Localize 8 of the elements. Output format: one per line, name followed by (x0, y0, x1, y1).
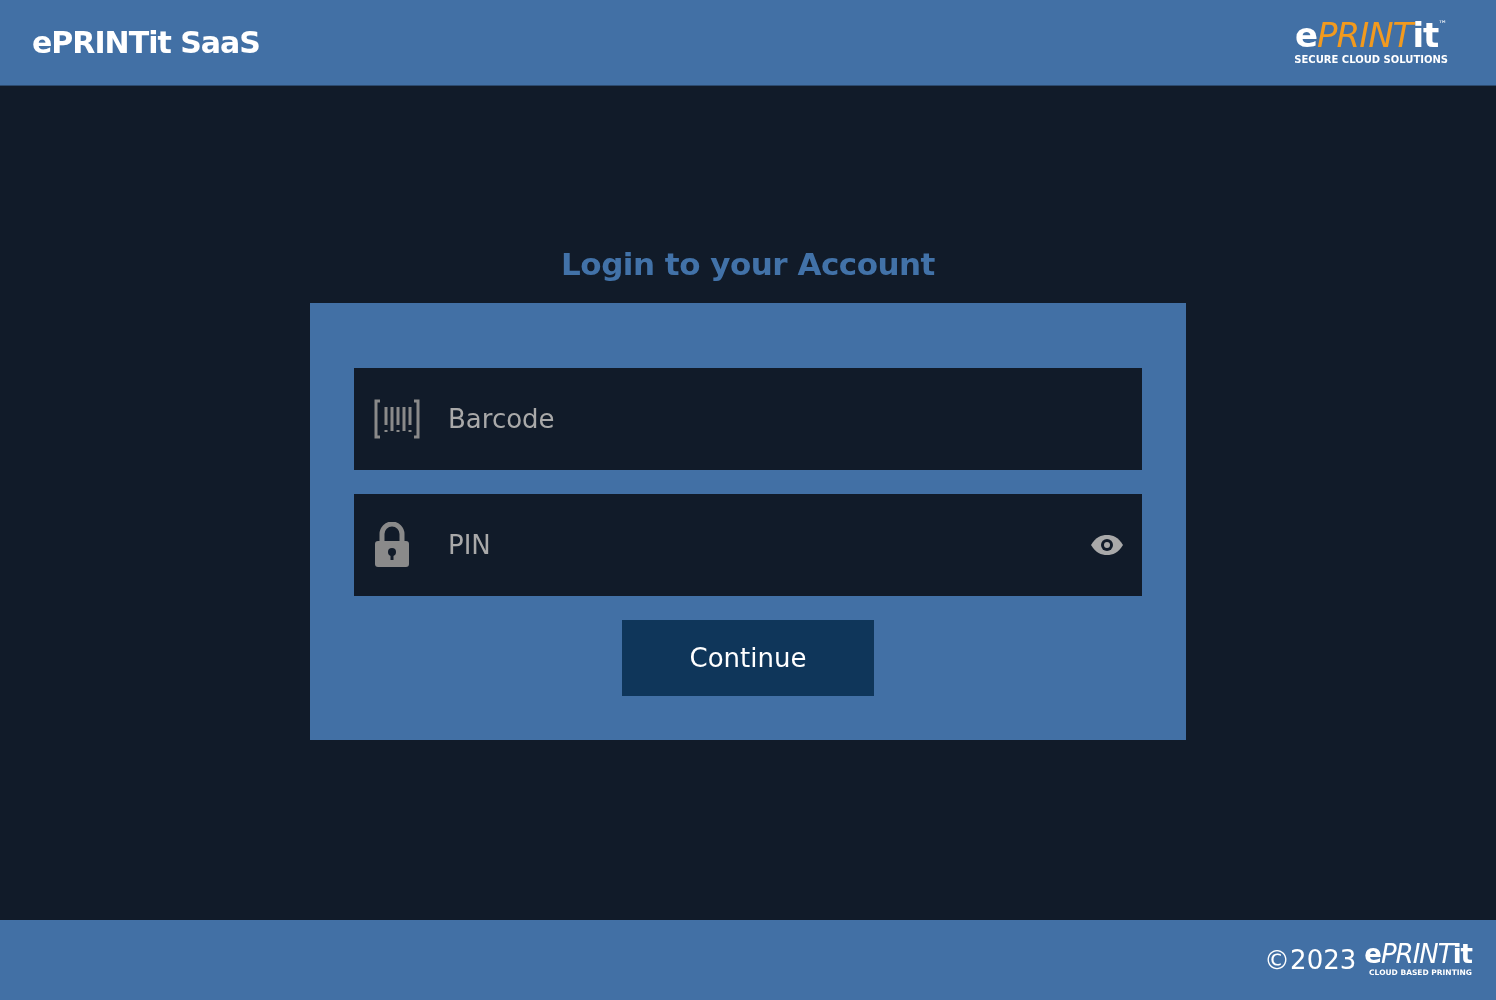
login-heading: Login to your Account (561, 246, 935, 284)
app-title: ePRINTit SaaS (32, 24, 260, 62)
continue-button[interactable]: Continue (622, 620, 874, 697)
company-logo: ePRINTit™ SECURE CLOUD SOLUTIONS (1294, 18, 1448, 67)
show-password-icon[interactable] (1090, 534, 1124, 557)
copyright-text: ©2023 (1264, 943, 1357, 977)
pin-field[interactable]: PIN (354, 494, 1142, 597)
barcode-field[interactable]: Barcode (354, 368, 1142, 471)
